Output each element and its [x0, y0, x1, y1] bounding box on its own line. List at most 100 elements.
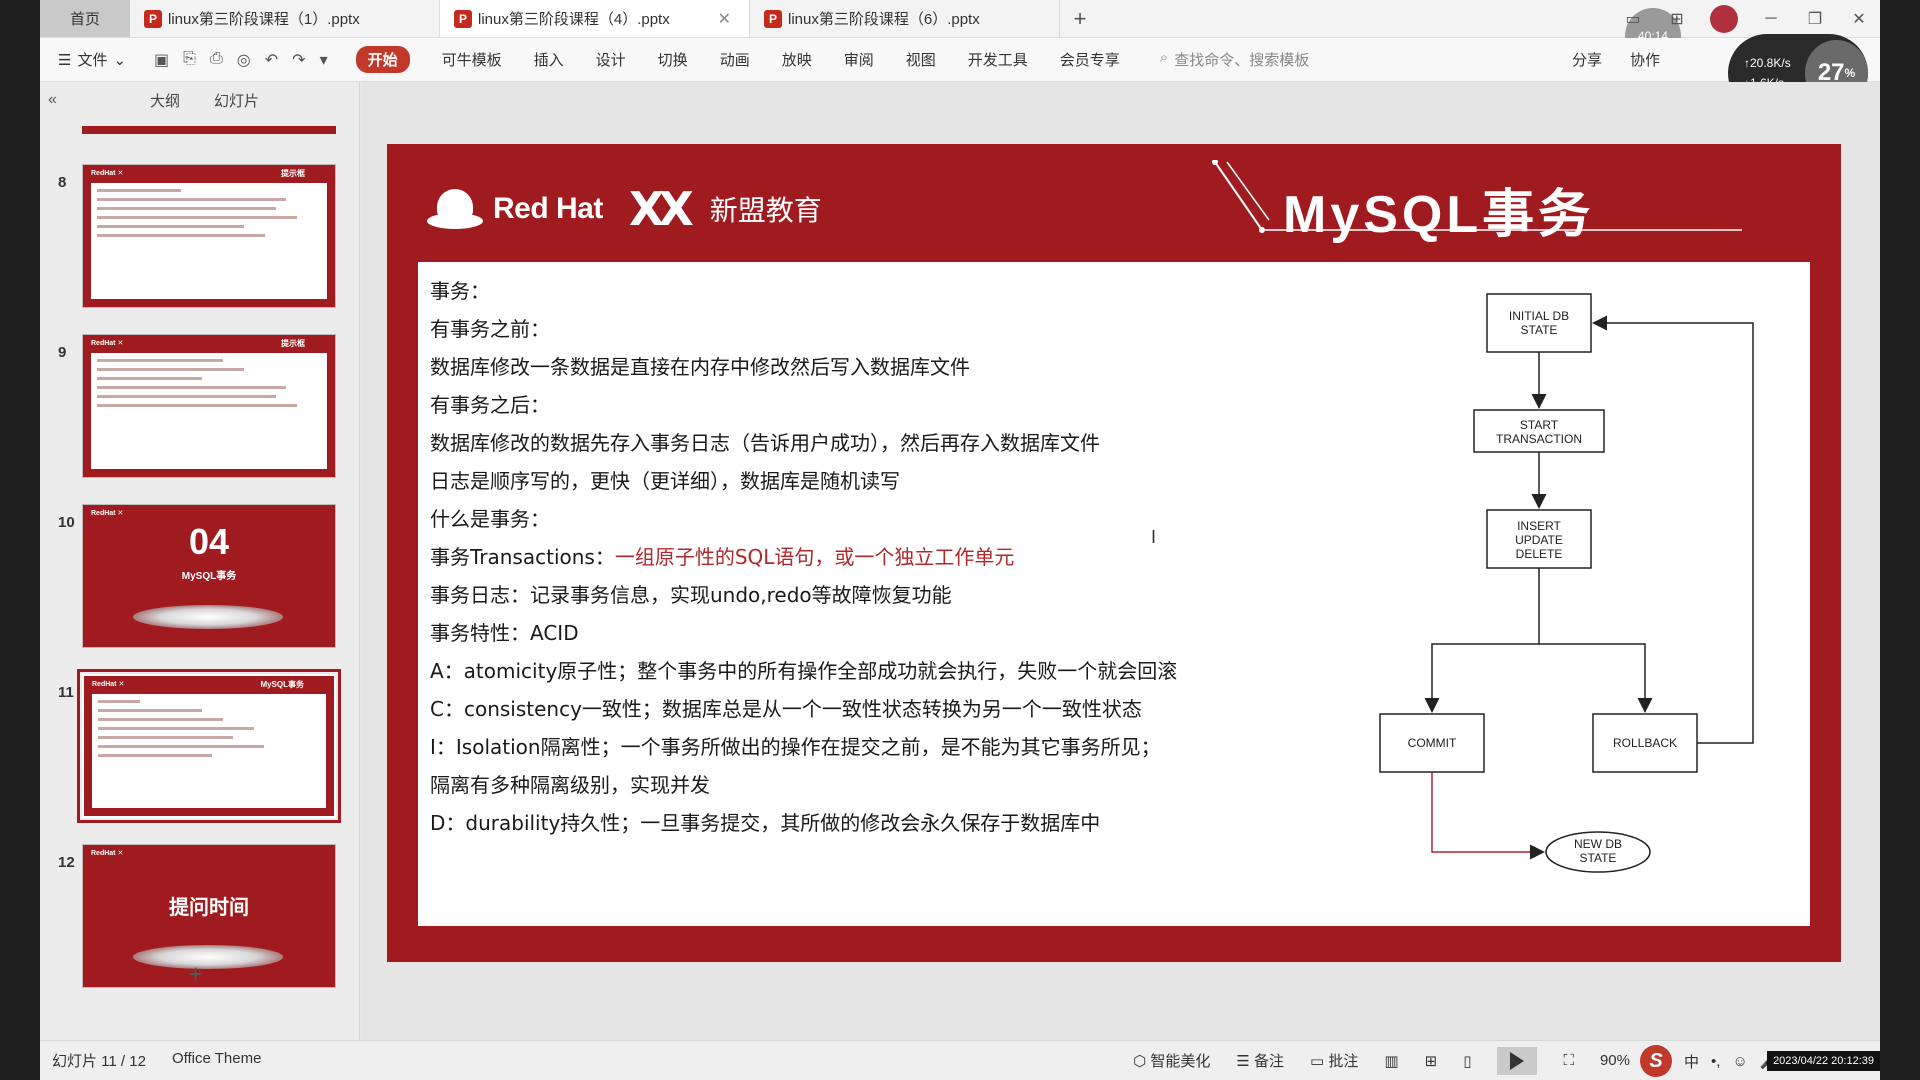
collapse-panel-icon[interactable]: «: [48, 91, 57, 109]
slide-thumbnail-row[interactable]: 8 RedHat ✕ 提示框: [40, 164, 360, 314]
preview-icon[interactable]: ◎: [237, 50, 251, 70]
command-search[interactable]: ⌕ 查找命令、搜索模板: [1160, 49, 1309, 70]
slide-content-box[interactable]: 事务： 有事务之前： 数据库修改一条数据是直接在内存中修改然后写入数据库文件 有事务之…: [418, 262, 1810, 926]
reading-view-icon[interactable]: ▯: [1463, 1052, 1471, 1070]
ribbon-tab[interactable]: 切换: [658, 49, 688, 70]
slide-thumbnail[interactable]: RedHat ✕ 提问时间: [82, 844, 336, 988]
flow-label: INITIAL DB: [1509, 309, 1569, 323]
line-text: 事务特性：ACID: [430, 621, 579, 645]
thumb-tag: 提示框: [281, 339, 305, 348]
punctuation-icon[interactable]: •,: [1711, 1053, 1720, 1070]
ime-logo-icon[interactable]: S: [1640, 1045, 1672, 1077]
ribbon-tab[interactable]: 插入: [534, 49, 564, 70]
emoji-icon[interactable]: ☺: [1732, 1053, 1747, 1070]
notes-label: 备注: [1254, 1053, 1285, 1070]
brand-redhat: Red Hat: [493, 192, 603, 225]
slide-text-line: 数据库修改一条数据是直接在内存中修改然后写入数据库文件: [430, 348, 1330, 386]
ribbon-tab[interactable]: 可牛模板: [442, 49, 502, 70]
line-text: 有事务之后：: [430, 393, 550, 417]
slide-text-line: C：consistency一致性；数据库总是从一个一致性状态转换为另一个一致性状…: [430, 690, 1330, 728]
play-icon: [1510, 1051, 1525, 1070]
ribbon-tab[interactable]: 会员专享: [1060, 49, 1120, 70]
avatar[interactable]: [1710, 5, 1738, 33]
tab-document-3[interactable]: P linux第三阶段课程（6）.pptx: [750, 0, 1060, 37]
normal-view-icon[interactable]: ▥: [1384, 1052, 1398, 1070]
collab-button[interactable]: 协作: [1630, 49, 1660, 70]
grid-view-icon[interactable]: ⊞: [1425, 1052, 1438, 1070]
ime-mode[interactable]: 中: [1684, 1051, 1699, 1072]
status-bar: 幻灯片 11 / 12 Office Theme ⬡ 智能美化 ☰ 备注 ▭ 批…: [40, 1040, 1880, 1080]
tab-home[interactable]: 首页: [40, 0, 130, 37]
beautify-button[interactable]: ⬡ 智能美化: [1133, 1050, 1210, 1071]
add-slide-button[interactable]: +: [188, 959, 203, 990]
transaction-flow-diagram: INITIAL DB STATE START TRANSACTION INSER…: [1379, 293, 1754, 873]
ribbon-tab[interactable]: 审阅: [844, 49, 874, 70]
layout-icon[interactable]: ▭: [1622, 9, 1644, 29]
tab-bar: 首页 P linux第三阶段课程（1）.pptx P linux第三阶段课程（4…: [40, 0, 1880, 64]
slide-thumbnail[interactable]: RedHat ✕ 提示框: [82, 334, 336, 478]
new-tab-button[interactable]: +: [1060, 0, 1100, 37]
slide-canvas[interactable]: Red Hat XⅩ 新盟教育 MySQL事务 事务： 有事务之前： 数据库修改一条…: [361, 82, 1880, 1040]
flow-label: STATE: [1521, 323, 1558, 337]
slide-thumbnail[interactable]: RedHat ✕ 提示框: [82, 164, 336, 308]
cpu-unit: %: [1844, 66, 1856, 80]
restore-icon[interactable]: ❐: [1804, 9, 1826, 29]
slide-thumbnail-selected[interactable]: RedHat ✕ MySQL事务: [77, 669, 341, 823]
tab-slides[interactable]: 幻灯片: [214, 90, 259, 111]
line-text: 数据库修改一条数据是直接在内存中修改然后写入数据库文件: [430, 355, 970, 379]
chevron-down-icon: ⌄: [113, 51, 127, 69]
slide-thumbnail[interactable]: RedHat ✕ 04 MySQL事务: [82, 504, 336, 648]
slide-thumbnail-row[interactable]: 11 RedHat ✕ MySQL事务: [40, 669, 360, 824]
thumb-logo: RedHat ✕: [92, 681, 125, 688]
tab-label: linux第三阶段课程（4）.pptx: [478, 11, 670, 28]
tab-label: linux第三阶段课程（6）.pptx: [788, 11, 980, 28]
tab-document-1[interactable]: P linux第三阶段课程（1）.pptx: [130, 0, 440, 37]
left-screen-strip: [0, 0, 40, 1080]
ribbon-tab[interactable]: 动画: [720, 49, 750, 70]
ribbon-tabs: 开始 可牛模板 插入 设计 切换 动画 放映 审阅 视图 开发工具 会员专享: [355, 46, 1120, 73]
slides-panel: « 大纲 幻灯片 8 RedHat ✕ 提示框 9 RedHat ✕ 提示框 1…: [40, 82, 360, 1040]
ribbon-tab[interactable]: 开发工具: [968, 49, 1028, 70]
thumb-big-text: 04: [188, 521, 230, 562]
customize-icon[interactable]: ▾: [320, 50, 328, 70]
play-button[interactable]: [1497, 1046, 1538, 1075]
redo-icon[interactable]: ↷: [292, 50, 305, 70]
slide-thumbnail-row[interactable]: 9 RedHat ✕ 提示框: [40, 334, 360, 484]
grid-icon[interactable]: ⊞: [1666, 9, 1688, 29]
slide[interactable]: Red Hat XⅩ 新盟教育 MySQL事务 事务： 有事务之前： 数据库修改一条…: [387, 144, 1841, 962]
comment-button[interactable]: ▭ 批注: [1310, 1050, 1358, 1071]
ribbon-tab[interactable]: 设计: [596, 49, 626, 70]
slide-text-line: 有事务之后：: [430, 386, 1330, 424]
tab-outline[interactable]: 大纲: [150, 90, 180, 111]
flow-label: NEW DB: [1574, 837, 1622, 851]
notes-button[interactable]: ☰ 备注: [1236, 1050, 1284, 1071]
flow-label: DELETE: [1516, 547, 1563, 561]
ribbon-tab[interactable]: 视图: [906, 49, 936, 70]
minimize-icon[interactable]: ─: [1760, 10, 1782, 28]
undo-icon[interactable]: ↶: [265, 50, 278, 70]
export-icon[interactable]: ⎘: [183, 50, 196, 70]
close-window-icon[interactable]: ✕: [1848, 9, 1870, 29]
slide-number: 9: [58, 344, 67, 361]
close-icon[interactable]: ✕: [718, 9, 731, 29]
tab-document-2[interactable]: P linux第三阶段课程（4）.pptx ✕: [440, 0, 750, 37]
slide-thumbnail-row[interactable]: 10 RedHat ✕ 04 MySQL事务: [40, 504, 360, 654]
search-icon: ⌕: [1159, 49, 1169, 66]
slide-text-line: 什么是事务：: [430, 500, 1330, 538]
file-menu-button[interactable]: ☰ 文件 ⌄: [58, 49, 126, 70]
share-button[interactable]: 分享: [1572, 49, 1602, 70]
zoom-level[interactable]: 90%: [1600, 1052, 1630, 1069]
slide-text-line: 数据库修改的数据先存入事务日志（告诉用户成功），然后再存入数据库文件: [430, 424, 1330, 462]
line-text: 有事务之前：: [430, 317, 550, 341]
slide-text-body[interactable]: 事务： 有事务之前： 数据库修改一条数据是直接在内存中修改然后写入数据库文件 有事务之…: [430, 272, 1330, 842]
window-controls: ▭ ⊞ ─ ❐ ✕: [1622, 0, 1870, 38]
ribbon-tab[interactable]: 开始: [355, 46, 410, 73]
ppt-file-icon: P: [144, 9, 162, 28]
slide-thumbnail-partial[interactable]: [82, 126, 336, 134]
print-icon[interactable]: ⎙: [210, 50, 223, 70]
fit-icon[interactable]: ⛶: [1563, 1052, 1574, 1069]
upload-speed: ↑20.8K/s: [1744, 56, 1791, 70]
save-icon[interactable]: ▣: [154, 50, 169, 70]
thumb-tag: 提示框: [281, 169, 305, 178]
ribbon-tab[interactable]: 放映: [782, 49, 812, 70]
